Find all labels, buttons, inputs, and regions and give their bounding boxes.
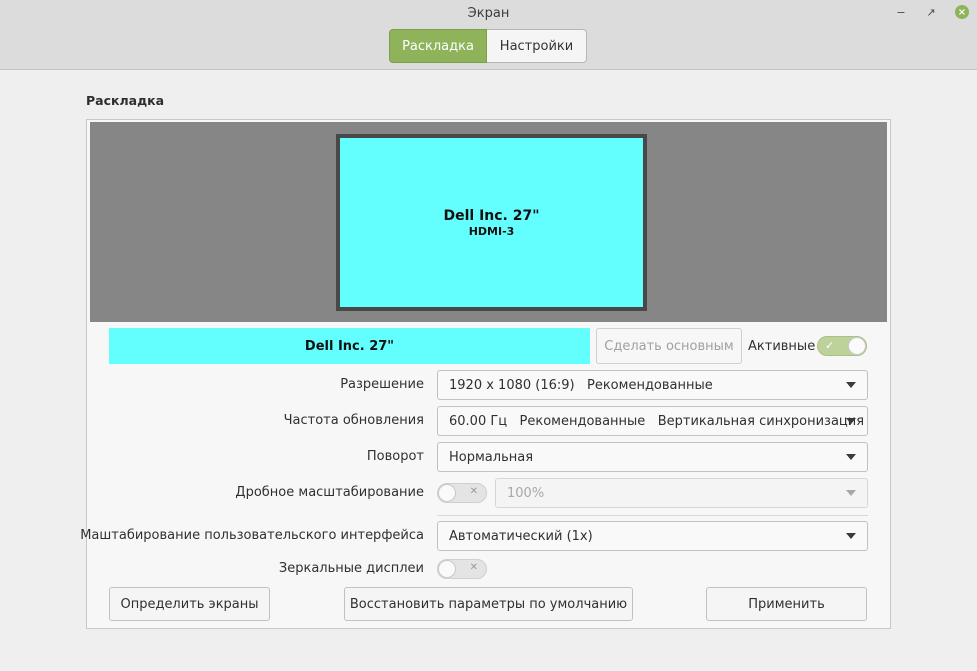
header-bar: Экран − ↗ × Раскладка Настройки <box>0 0 977 70</box>
mirror-displays-label: Зеркальные дисплеи <box>278 561 424 576</box>
chevron-down-icon <box>846 382 856 388</box>
rotation-label: Поворот <box>366 449 424 464</box>
tab-settings[interactable]: Настройки <box>487 29 587 63</box>
resolution-select[interactable]: 1920 x 1080 (16:9) Рекомендованные <box>437 370 868 400</box>
identify-displays-button[interactable]: Определить экраны <box>109 587 270 621</box>
chevron-down-icon <box>846 418 856 424</box>
rotation-select[interactable]: Нормальная <box>437 442 868 472</box>
monitor-tile[interactable]: Dell Inc. 27" HDMI-3 <box>336 134 647 311</box>
monitor-screen: Dell Inc. 27" HDMI-3 <box>340 138 643 307</box>
ui-scale-value: Автоматический (1x) <box>449 528 593 544</box>
rotation-value: Нормальная <box>449 449 534 465</box>
set-primary-button[interactable]: Сделать основным <box>596 328 742 364</box>
fractional-scale-value: 100% <box>507 485 545 501</box>
resolution-label: Разрешение <box>340 377 424 392</box>
monitor-port: HDMI-3 <box>468 224 515 238</box>
window-title: Экран <box>467 6 510 21</box>
chevron-down-icon <box>846 533 856 539</box>
minimize-icon[interactable]: − <box>893 4 909 20</box>
toggle-knob <box>848 337 866 355</box>
section-title: Раскладка <box>86 93 165 108</box>
ui-scale-select[interactable]: Автоматический (1x) <box>437 521 868 551</box>
toggle-knob <box>438 560 456 578</box>
refresh-rate-label: Частота обновления <box>283 413 424 428</box>
check-icon: ✓ <box>825 339 835 352</box>
restore-defaults-button[interactable]: Восстановить параметры по умолчанию <box>344 587 633 621</box>
cross-icon: ✕ <box>469 486 478 497</box>
mirror-displays-toggle[interactable]: ✕ <box>437 559 487 579</box>
monitor-name: Dell Inc. 27" <box>443 207 540 224</box>
tab-layout[interactable]: Раскладка <box>389 29 487 63</box>
toggle-knob <box>438 484 456 502</box>
cross-icon: ✕ <box>469 562 478 573</box>
close-icon[interactable]: × <box>955 5 969 19</box>
maximize-icon[interactable]: ↗ <box>923 4 939 20</box>
display-name-bar: Dell Inc. 27" <box>109 328 590 364</box>
active-toggle[interactable]: ✓ <box>817 336 867 356</box>
active-label: Активные <box>748 339 816 354</box>
monitor-arrangement-area[interactable]: Dell Inc. 27" HDMI-3 <box>90 122 887 322</box>
view-switcher: Раскладка Настройки <box>389 29 587 63</box>
refresh-rate-value: 60.00 Гц Рекомендованные Вертикальная си… <box>449 413 865 429</box>
fractional-scaling-toggle[interactable]: ✕ <box>437 483 487 503</box>
divider <box>437 515 868 516</box>
apply-button[interactable]: Применить <box>706 587 867 621</box>
ui-scale-label: Маштабирование пользовательского интерфе… <box>80 528 424 543</box>
fractional-scale-select: 100% <box>495 478 868 508</box>
refresh-rate-select[interactable]: 60.00 Гц Рекомендованные Вертикальная си… <box>437 406 868 436</box>
resolution-value: 1920 x 1080 (16:9) Рекомендованные <box>449 377 713 393</box>
layout-panel: Dell Inc. 27" HDMI-3 Dell Inc. 27" Сдела… <box>80 119 891 629</box>
chevron-down-icon <box>846 454 856 460</box>
chevron-down-icon <box>846 490 856 496</box>
fractional-scaling-label: Дробное масштабирование <box>235 485 424 500</box>
